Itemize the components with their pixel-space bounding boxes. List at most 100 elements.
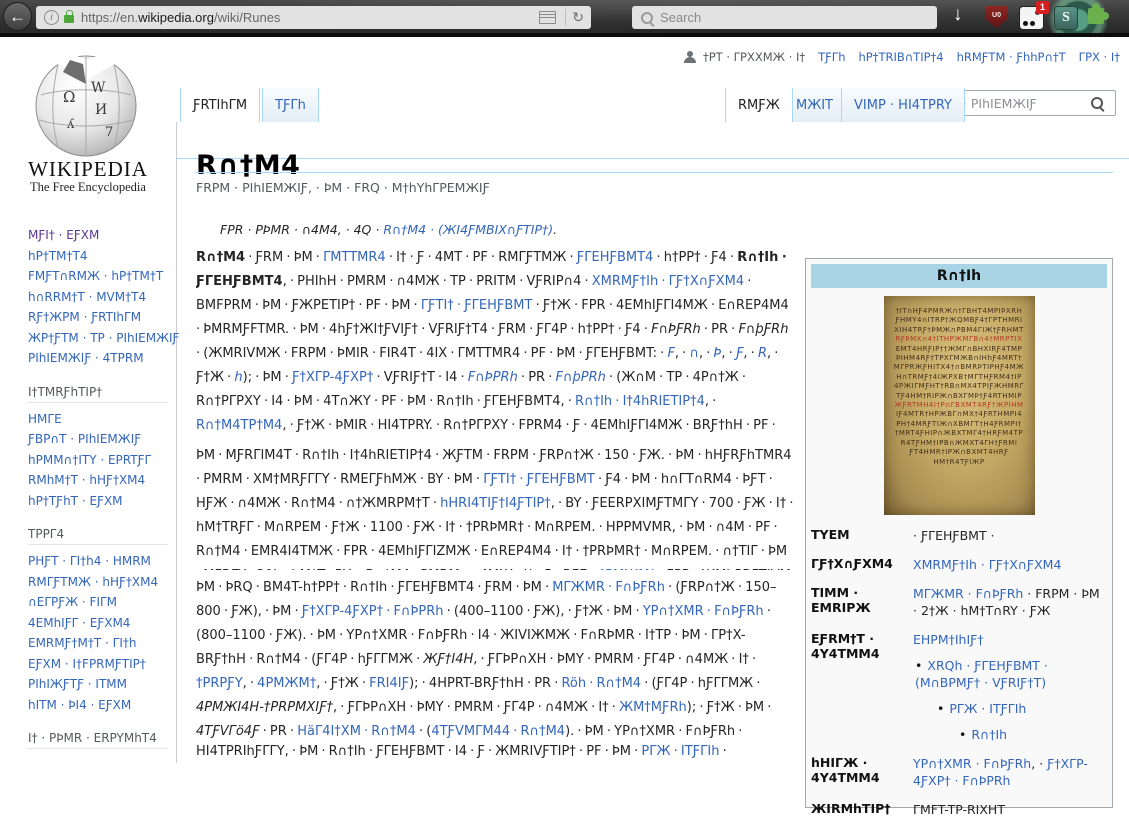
- sidebar-item[interactable]: hP†TM†T4: [28, 246, 170, 267]
- article-link[interactable]: h: [234, 370, 242, 385]
- article-link[interactable]: ЖM†MƑRh: [619, 700, 687, 715]
- codex-text-row: RƑÞMX∩4†ITHPЖMΓB∩4†MRPTIX: [884, 335, 1035, 345]
- personal-tools-link[interactable]: ΓPX · I†: [1079, 50, 1120, 64]
- article-link[interactable]: XMRMƑ†Ih · ΓƑ†X∩ƑXM4: [592, 274, 744, 289]
- stylish-extension-icon[interactable]: S: [1054, 6, 1078, 30]
- sidebar-item[interactable]: PIhIЖƑTƑ · ITMM: [28, 674, 170, 695]
- sidebar-item[interactable]: hP†TƑhT · EƑXM: [28, 491, 170, 512]
- article-link[interactable]: ΓƑTI† · ƑΓEHƑBMT: [483, 472, 595, 487]
- sidebar-link[interactable]: hP†TƑhT · EƑXM: [28, 494, 123, 508]
- sidebar-link[interactable]: 4EMhIƑΓ · EƑXM4: [28, 616, 130, 630]
- sidebar-item[interactable]: FMƑT∩RMЖ · hP†TM†T: [28, 266, 170, 287]
- article-link[interactable]: F: [667, 346, 674, 361]
- sidebar-link[interactable]: EƑXM · I†FPRMƑTIP†: [28, 657, 146, 671]
- tab-view-0[interactable]: RMƑЖ: [725, 88, 793, 122]
- reader-mode-icon[interactable]: [539, 11, 556, 24]
- sidebar-item[interactable]: ∩EΓPƑЖ · FIΓM: [28, 592, 170, 613]
- sidebar-link[interactable]: PIhIЖƑTƑ · ITMM: [28, 677, 127, 691]
- sidebar-item[interactable]: ƑBP∩T · PIhIEMЖIƑ: [28, 429, 170, 450]
- url-bar[interactable]: i https://en.wikipedia.org/wiki/Runes ↻: [36, 6, 591, 29]
- sidebar-link[interactable]: PHƑT · ΓI†h4 · HMRM: [28, 554, 151, 568]
- article-link[interactable]: R∩†Ih: [971, 727, 1007, 742]
- sidebar-link[interactable]: ЖP†ƑTM · TP · PIhIEMЖIƑ: [28, 331, 179, 345]
- article-link[interactable]: XMRMƑ†Ih · ΓƑ†X∩ƑXM4: [913, 557, 1061, 572]
- sidebar-link[interactable]: ƑBP∩T · PIhIEMЖIƑ: [28, 432, 141, 446]
- article-link[interactable]: 4PMЖM†: [597, 568, 656, 570]
- sidebar-item[interactable]: RƑ†ЖPM · ƑRTIhΓM: [28, 307, 170, 328]
- sidebar-link[interactable]: FMƑT∩RMЖ · hP†TM†T: [28, 269, 163, 283]
- article-link[interactable]: MΓЖMR · F∩ÞƑRh: [552, 580, 665, 595]
- sidebar-item[interactable]: h∩RRM†T · MVM†T4: [28, 287, 170, 308]
- article-link[interactable]: hHRI4TIƑ†I4ƑTIP†: [440, 496, 551, 511]
- sidebar-item[interactable]: PHƑT · ΓI†h4 · HMRM: [28, 551, 170, 572]
- sidebar-link[interactable]: MƑI† · EƑXM: [28, 228, 99, 242]
- sidebar-link[interactable]: hPMM∩†ITY · EPRTƑΓ: [28, 453, 151, 467]
- sidebar-link[interactable]: hP†TM†T4: [28, 249, 88, 263]
- search-icon: [641, 12, 653, 24]
- sidebar-item[interactable]: ЖP†ƑTM · TP · PIhIEMЖIƑ: [28, 328, 170, 349]
- article-link[interactable]: YP∩†XMR · F∩ÞƑRh: [643, 604, 764, 619]
- reload-icon[interactable]: ↻: [572, 9, 584, 26]
- tab-ns-1[interactable]: TƑΓh: [262, 88, 319, 122]
- sidebar-link[interactable]: HMΓE: [28, 412, 62, 426]
- tab-view-2[interactable]: VIMP · HI4TPRY: [841, 88, 965, 122]
- sidebar-link[interactable]: h∩RRM†T · MVM†T4: [28, 290, 146, 304]
- puzzle-extension-icon[interactable]: [1088, 8, 1104, 24]
- article-link[interactable]: PΓЖ · ITƑΓIh: [641, 744, 719, 759]
- article-link[interactable]: F∩þPRh: [555, 370, 605, 385]
- sidebar-item[interactable]: EƑXM · I†FPRMƑTIP†: [28, 654, 170, 675]
- sidebar-item[interactable]: MƑI† · EƑXM: [28, 225, 170, 246]
- sidebar-item[interactable]: EMRMƑ†M†T · ΓI†h: [28, 633, 170, 654]
- personal-tools-link[interactable]: hRMƑTM · ƑhhP∩†T: [957, 50, 1066, 64]
- back-button[interactable]: ←: [3, 2, 32, 31]
- article-link[interactable]: PΓЖ · ITƑΓIh: [949, 701, 1026, 716]
- article-link[interactable]: Ƒ†XΓP-4ƑXP† · F∩ÞPRh: [302, 604, 444, 619]
- article-link[interactable]: HäΓ4I†XM · R∩†M4: [297, 724, 416, 739]
- sidebar-item[interactable]: RMΓƑTMЖ · hHƑ†XM4: [28, 572, 170, 593]
- wikipedia-globe-logo[interactable]: Ω W И 7 ʎ: [25, 50, 147, 162]
- article-link[interactable]: †PRPƑY: [196, 676, 243, 691]
- sidebar-item[interactable]: hPMM∩†ITY · EPRTƑΓ: [28, 450, 170, 471]
- article-link[interactable]: Röh · R∩†M4: [561, 676, 641, 691]
- site-info-icon[interactable]: i: [44, 10, 59, 25]
- article-link[interactable]: ΓƑTI† · ƑΓEHƑBMT: [421, 298, 533, 313]
- article-link[interactable]: ƑΓEHƑBMT4: [577, 250, 654, 265]
- article-link[interactable]: MΓЖMR · F∩ÞƑRh: [913, 586, 1023, 601]
- article-link[interactable]: Ƒ†XΓP-4ƑXP†: [292, 370, 373, 385]
- article-link[interactable]: F∩ÞPRh: [468, 370, 518, 385]
- article-link[interactable]: 4TƑVMΓM44 · R∩†M4: [431, 724, 565, 739]
- personal-tools-link[interactable]: hP†TRIB∩TIP†4: [859, 50, 944, 64]
- article-link[interactable]: R∩†M4TP†M4: [196, 418, 282, 433]
- article-link[interactable]: YP∩†XMR · F∩ÞƑRh: [913, 756, 1031, 771]
- sidebar-link[interactable]: ∩EΓPƑЖ · FIΓM: [28, 595, 117, 609]
- sidebar-link[interactable]: RMhM†T · hHƑ†XM4: [28, 473, 145, 487]
- sidebar-item[interactable]: RMhM†T · hHƑ†XM4: [28, 470, 170, 491]
- tab-ns-0[interactable]: ƑRTIhΓM: [180, 88, 260, 122]
- sidebar-item[interactable]: HMΓE: [28, 409, 170, 430]
- article-link[interactable]: R: [758, 346, 767, 361]
- sidebar-item[interactable]: 4EMhIƑΓ · EƑXM4: [28, 613, 170, 634]
- sidebar-link[interactable]: RMΓƑTMЖ · hHƑ†XM4: [28, 575, 158, 589]
- article-link[interactable]: EHPM†IhIƑ†: [913, 632, 984, 647]
- sidebar-link[interactable]: hITM · ÞI4 · EƑXM: [28, 698, 131, 712]
- download-icon[interactable]: ↓: [953, 4, 963, 26]
- article-link[interactable]: ∩: [689, 346, 699, 361]
- codex-runicus-image[interactable]: †IT∩HƑ4PMRЖ∩†ΓBHT4MPIÞXRHƑHMY4∩ITRP†ЖQMB…: [884, 296, 1035, 515]
- sidebar-link[interactable]: EMRMƑ†M†T · ΓI†h: [28, 636, 137, 650]
- sidebar-link[interactable]: PIhIEMЖIƑ · 4TPRM: [28, 351, 144, 365]
- sidebar-heading: I†TMRƑhTIP†: [28, 385, 168, 403]
- sidebar-link[interactable]: RƑ†ЖPM · ƑRTIhΓM: [28, 310, 141, 324]
- article-link[interactable]: R∩†Ih · I†4hRIETIP†4: [575, 394, 705, 409]
- article-link[interactable]: 4PMЖM†: [257, 676, 316, 691]
- ublock-extension-icon[interactable]: U0: [986, 6, 1007, 28]
- wikipedia-wordmark[interactable]: WIKIPEDIA: [0, 157, 176, 182]
- wiki-search-icon[interactable]: [1091, 97, 1103, 109]
- sidebar-item[interactable]: PIhIEMЖIƑ · 4TPRM: [28, 348, 170, 369]
- browser-search-bar[interactable]: Search: [632, 6, 937, 29]
- article-link[interactable]: ΓMTTMR4: [323, 250, 386, 265]
- article-link[interactable]: R∩†M4 · (ЖI4ƑMBIX∩ƑTIP†): [383, 222, 553, 237]
- article-link[interactable]: XRQh · ƑΓEHƑBMT · (M∩BPMƑ† · VƑRIƑ†T): [915, 658, 1048, 690]
- article-link[interactable]: FRI4IƑ: [369, 676, 409, 691]
- personal-tools-link[interactable]: TƑΓh: [818, 50, 845, 64]
- sidebar-item[interactable]: hITM · ÞI4 · EƑXM: [28, 695, 170, 716]
